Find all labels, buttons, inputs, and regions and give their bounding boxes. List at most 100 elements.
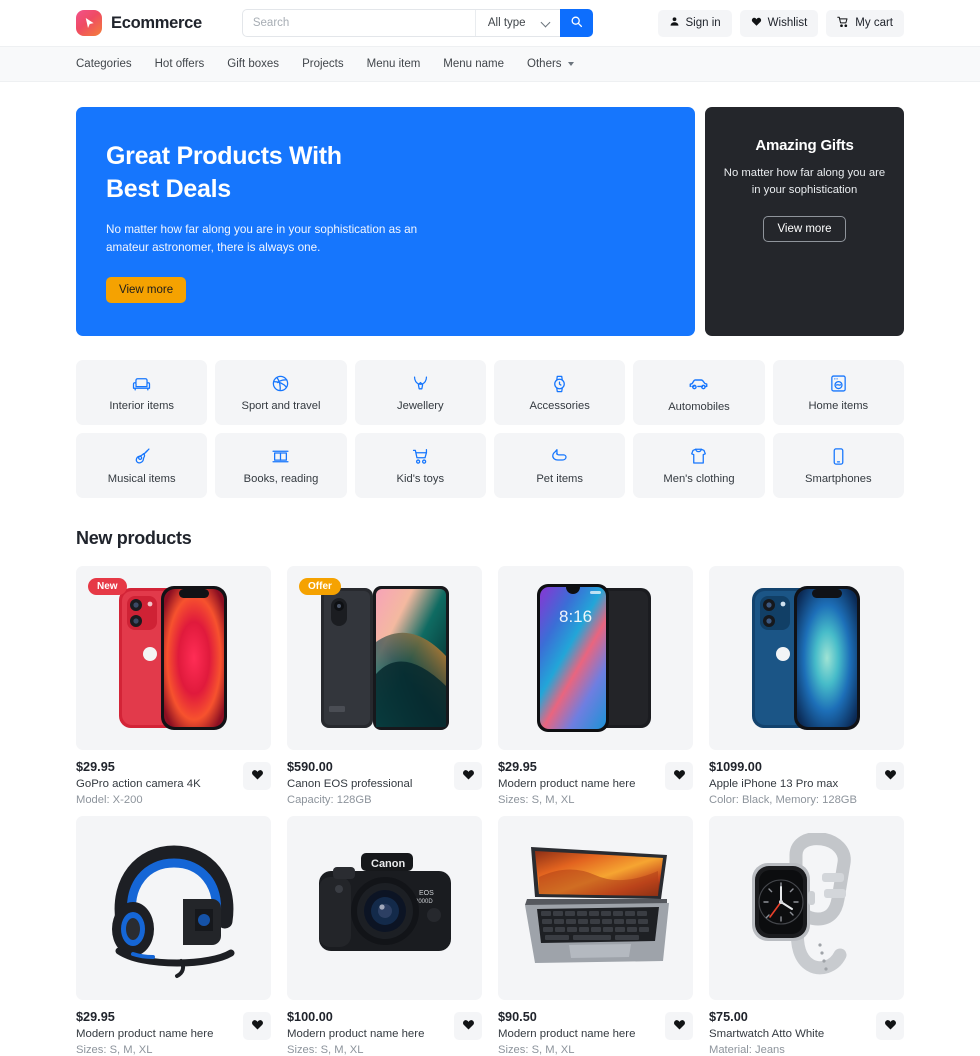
category-label: Musical items: [107, 472, 176, 485]
category-tile-accessories[interactable]: Accessories: [493, 360, 626, 426]
favorite-button[interactable]: [665, 762, 693, 791]
product-attribute: Sizes: S, M, XL: [287, 1044, 364, 1056]
basketball-icon: [271, 374, 290, 393]
product-name: Modern product name here: [76, 1028, 214, 1041]
dog-icon: [550, 447, 569, 466]
nav-item-menu-name[interactable]: Menu name: [443, 58, 504, 70]
nav-item-categories[interactable]: Categories: [76, 58, 132, 70]
sign-in-button[interactable]: Sign in: [657, 9, 732, 37]
favorite-button[interactable]: [454, 1012, 482, 1041]
nav-label: Projects: [302, 58, 344, 70]
category-tile-home-items[interactable]: Home items: [772, 360, 904, 426]
product-attribute: Sizes: S, M, XL: [498, 1044, 575, 1056]
product-grid: New $29.95 GoPro action camera 4K Model:…: [76, 566, 904, 1056]
book-icon: [271, 447, 290, 466]
nav-item-others[interactable]: Others: [527, 58, 574, 70]
nav-label: Hot offers: [154, 58, 205, 70]
category-label: Kid's toys: [396, 472, 445, 485]
hero-view-more-button[interactable]: View more: [106, 277, 187, 304]
nav-label: Others: [527, 58, 562, 70]
heart-icon: [673, 768, 686, 784]
my-cart-button[interactable]: My cart: [826, 9, 904, 37]
canon-dslr-camera-image: Canon EOS 2000D: [318, 853, 451, 952]
favorite-button[interactable]: [243, 762, 271, 791]
category-tile-kids-toys[interactable]: Kid's toys: [354, 433, 486, 499]
wishlist-button[interactable]: Wishlist: [739, 9, 819, 37]
search-box: All type: [241, 9, 560, 37]
category-label: Home items: [808, 399, 869, 412]
product-card: New $29.95 GoPro action camera 4K Model:…: [76, 566, 271, 806]
heart-icon: [251, 1018, 264, 1034]
product-card: Offer $590.00 Canon EOS professional Cap…: [287, 566, 482, 806]
product-name: Smartwatch Atto White: [709, 1028, 825, 1041]
favorite-button[interactable]: [665, 1012, 693, 1041]
chevron-down-icon: [542, 19, 550, 27]
header-actions: Sign in Wishlist My cart: [657, 9, 904, 37]
category-tile-sport-and-travel[interactable]: Sport and travel: [215, 360, 347, 426]
status-badge: New: [88, 578, 127, 596]
type-select[interactable]: All type: [474, 10, 560, 36]
category-tile-interior-items[interactable]: Interior items: [76, 360, 208, 426]
product-price: $29.95: [76, 1010, 115, 1025]
product-image[interactable]: 8:16: [498, 566, 693, 751]
product-image[interactable]: [76, 816, 271, 1001]
category-label: Automobiles: [668, 400, 730, 413]
product-image[interactable]: [709, 816, 904, 1001]
grey-smartwatch-image: [751, 833, 851, 975]
product-name: Apple iPhone 13 Pro max: [709, 778, 839, 791]
page-title: New products: [76, 528, 192, 549]
category-tile-smartphones[interactable]: Smartphones: [772, 433, 904, 499]
brand-name: Ecommerce: [111, 13, 202, 32]
nav-item-hot-offers[interactable]: Hot offers: [155, 58, 205, 70]
category-tile-jewellery[interactable]: Jewellery: [354, 360, 486, 426]
favorite-button[interactable]: [243, 1012, 271, 1041]
washing-machine-icon: [829, 374, 848, 393]
product-attribute: Capacity: 128GB: [287, 794, 372, 807]
svg-text:8:16: 8:16: [559, 607, 592, 626]
product-image[interactable]: Canon EOS 2000D: [287, 816, 482, 1001]
product-name: GoPro action camera 4K: [76, 778, 201, 791]
product-price: $90.50: [498, 1010, 537, 1025]
category-tile-musical-items[interactable]: Musical items: [76, 433, 208, 499]
product-image[interactable]: [498, 816, 693, 1001]
product-attribute: Sizes: S, M, XL: [76, 1044, 153, 1056]
nav-item-projects[interactable]: Projects: [302, 58, 344, 70]
nav-label: Menu item: [366, 58, 421, 70]
favorite-button[interactable]: [876, 762, 904, 791]
product-image[interactable]: New: [76, 566, 271, 751]
product-name: Modern product name here: [498, 778, 636, 791]
my-cart-label: My cart: [855, 17, 893, 29]
product-image[interactable]: [709, 566, 904, 751]
nav-item-gift-boxes[interactable]: Gift boxes: [227, 58, 279, 70]
search-input[interactable]: [242, 10, 475, 36]
category-tile-automobiles[interactable]: Automobiles: [633, 360, 765, 426]
shirt-icon: [689, 447, 708, 466]
nav-label: Gift boxes: [227, 58, 280, 70]
caret-down-icon: [567, 62, 574, 66]
product-price: $590.00: [287, 760, 333, 775]
category-label: Pet items: [536, 472, 583, 485]
favorite-button[interactable]: [454, 762, 482, 791]
search-button[interactable]: [559, 9, 593, 37]
category-label: Sport and travel: [241, 399, 321, 412]
favorite-button[interactable]: [876, 1012, 904, 1041]
category-label: Books, reading: [243, 472, 319, 485]
search-icon: [570, 15, 583, 31]
category-tile-mens-clothing[interactable]: Men's clothing: [633, 433, 765, 499]
category-tile-books-reading[interactable]: Books, reading: [215, 433, 347, 499]
amazing-gifts-view-more-button[interactable]: View more: [763, 215, 846, 242]
user-icon: [669, 16, 680, 30]
category-label: Men's clothing: [663, 472, 735, 485]
guitar-icon: [132, 447, 151, 466]
product-meta: $90.50 Modern product name here Sizes: S…: [498, 1010, 693, 1056]
product-price: $29.95: [76, 760, 115, 775]
product-image[interactable]: Offer: [287, 566, 482, 751]
product-meta: $29.95 Modern product name here Sizes: S…: [76, 1010, 271, 1056]
category-tile-pet-items[interactable]: Pet items: [493, 433, 626, 499]
nav-item-menu-item[interactable]: Menu item: [367, 58, 421, 70]
heart-icon: [884, 1018, 897, 1034]
search-bar: All type: [241, 9, 593, 37]
product-attribute: Model: X-200: [76, 794, 143, 807]
brand-logo[interactable]: Ecommerce: [76, 10, 202, 36]
armchair-icon: [132, 374, 151, 393]
